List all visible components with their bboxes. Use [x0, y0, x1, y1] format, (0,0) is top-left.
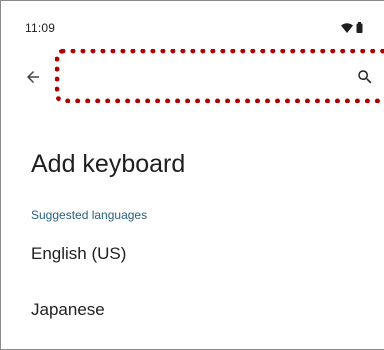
page-title: Add keyboard [31, 150, 186, 178]
battery-icon [356, 22, 363, 33]
section-header-suggested-languages: Suggested languages [31, 208, 148, 222]
back-button[interactable] [19, 65, 47, 93]
status-time: 11:09 [25, 21, 56, 35]
status-icons [341, 22, 363, 33]
top-app-bar [1, 49, 384, 107]
language-item-label: Japanese [31, 300, 105, 319]
search-field-highlight [55, 49, 384, 103]
search-button[interactable] [351, 65, 379, 93]
language-item-english-us[interactable]: English (US) [1, 226, 384, 282]
language-item-label: English (US) [31, 244, 127, 263]
search-icon [356, 68, 374, 91]
status-bar: 11:09 [1, 1, 384, 41]
language-item-japanese[interactable]: Japanese [1, 282, 384, 338]
arrow-back-icon [24, 68, 42, 91]
phone-screen: 11:09 Add keyboard Suggested languages E… [0, 0, 384, 350]
wifi-icon [341, 22, 353, 33]
